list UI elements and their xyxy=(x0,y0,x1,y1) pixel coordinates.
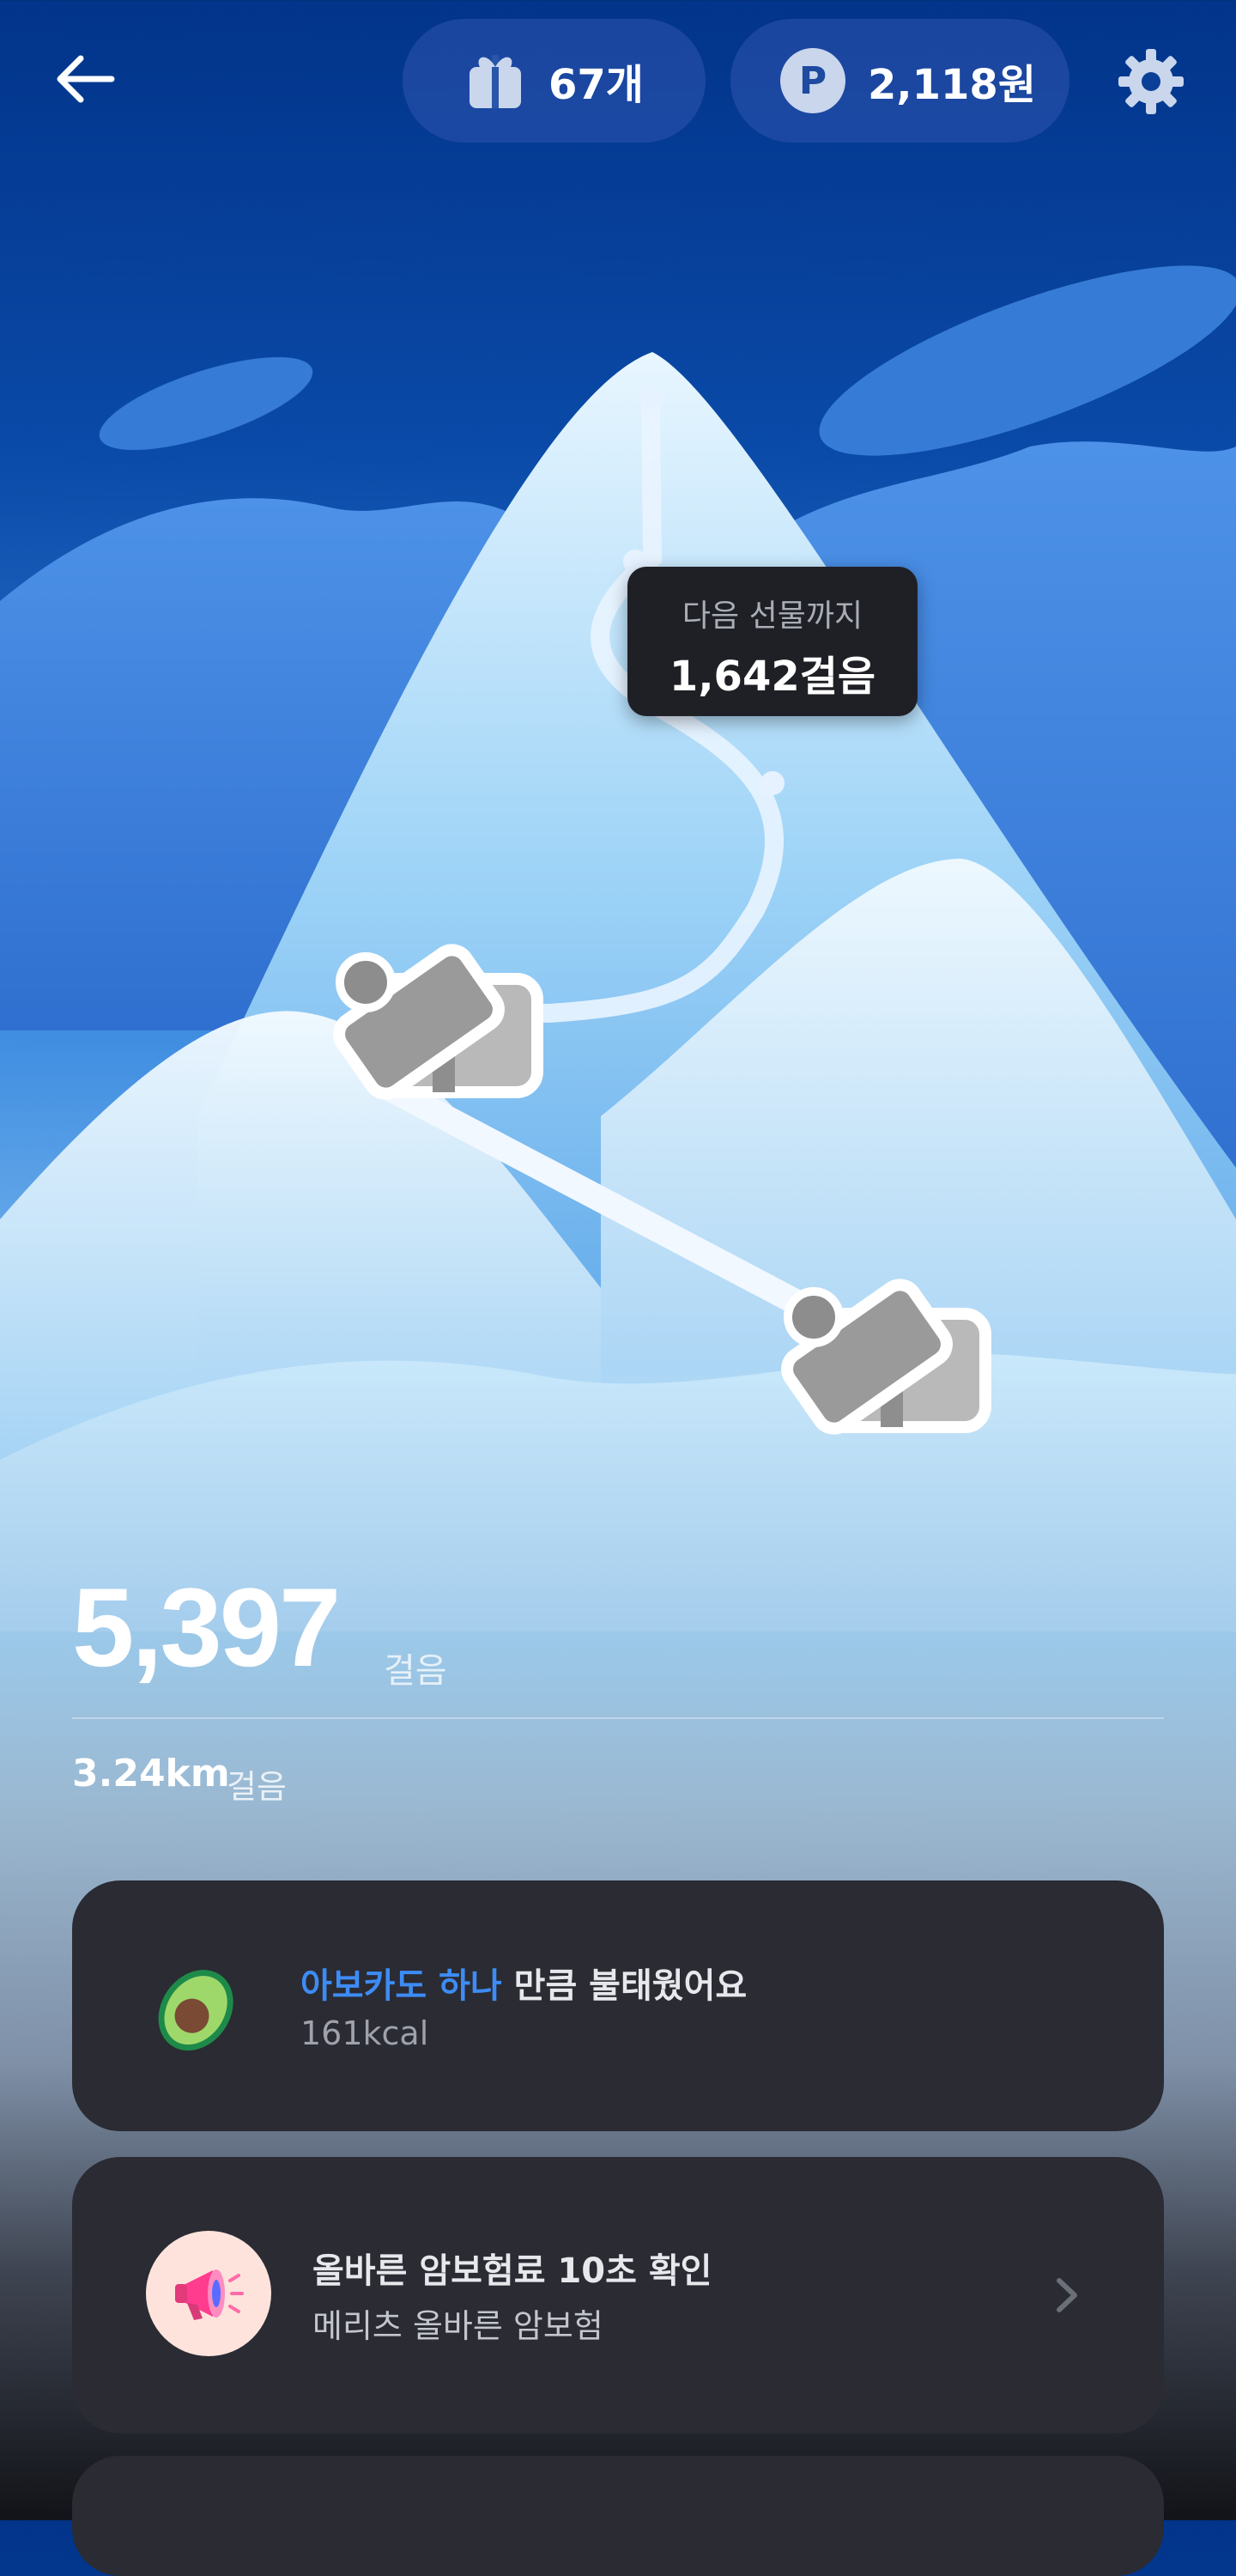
next-gift-tooltip: 다음 선물까지 1,642걸음 xyxy=(627,567,918,716)
gift-count-pill[interactable]: 67개 xyxy=(403,19,706,143)
settings-button[interactable] xyxy=(1114,45,1188,118)
divider xyxy=(72,1717,1164,1719)
distance-unit: 걸음 xyxy=(227,1768,287,1806)
tooltip-value: 1,642걸음 xyxy=(669,653,876,701)
gift-icon xyxy=(470,55,521,108)
points-icon: P xyxy=(780,48,845,113)
distance-value: 3.24km xyxy=(72,1752,230,1795)
top-bar: 67개 P 2,118원 xyxy=(0,0,1236,163)
mountain-illustration xyxy=(0,265,1236,1631)
calorie-card: 아보카도 하나 만큼 불태웠어요 161kcal xyxy=(72,1880,1164,2131)
tooltip-label: 다음 선물까지 xyxy=(682,598,863,634)
points-pill[interactable]: P 2,118원 xyxy=(730,19,1069,143)
calorie-title-rest: 만큼 불태웠어요 xyxy=(501,1966,748,2006)
step-unit: 걸음 xyxy=(384,1651,447,1691)
gear-icon xyxy=(1118,49,1184,114)
back-button[interactable] xyxy=(50,45,118,113)
calorie-highlight: 아보카도 하나 xyxy=(300,1966,502,2006)
back-arrow-icon xyxy=(57,55,115,103)
ad-subtitle: 메리츠 올바른 암보험 xyxy=(312,2307,603,2345)
avocado-icon xyxy=(146,1954,251,2059)
chevron-right-icon xyxy=(1057,2278,1077,2312)
calorie-title: 아보카도 하나 만큼 불태웠어요 xyxy=(300,1958,747,2008)
gift-count: 67개 xyxy=(548,61,644,109)
megaphone-icon xyxy=(146,2231,271,2356)
step-count: 5,397 xyxy=(72,1564,341,1690)
next-card[interactable] xyxy=(72,2456,1164,2576)
insurance-ad-card[interactable]: 올바른 암보험료 10초 확인 메리츠 올바른 암보험 xyxy=(72,2157,1164,2433)
ad-title: 올바른 암보험료 10초 확인 xyxy=(312,2251,712,2291)
points-amount: 2,118원 xyxy=(868,61,1036,109)
calorie-value: 161kcal xyxy=(300,2014,429,2052)
